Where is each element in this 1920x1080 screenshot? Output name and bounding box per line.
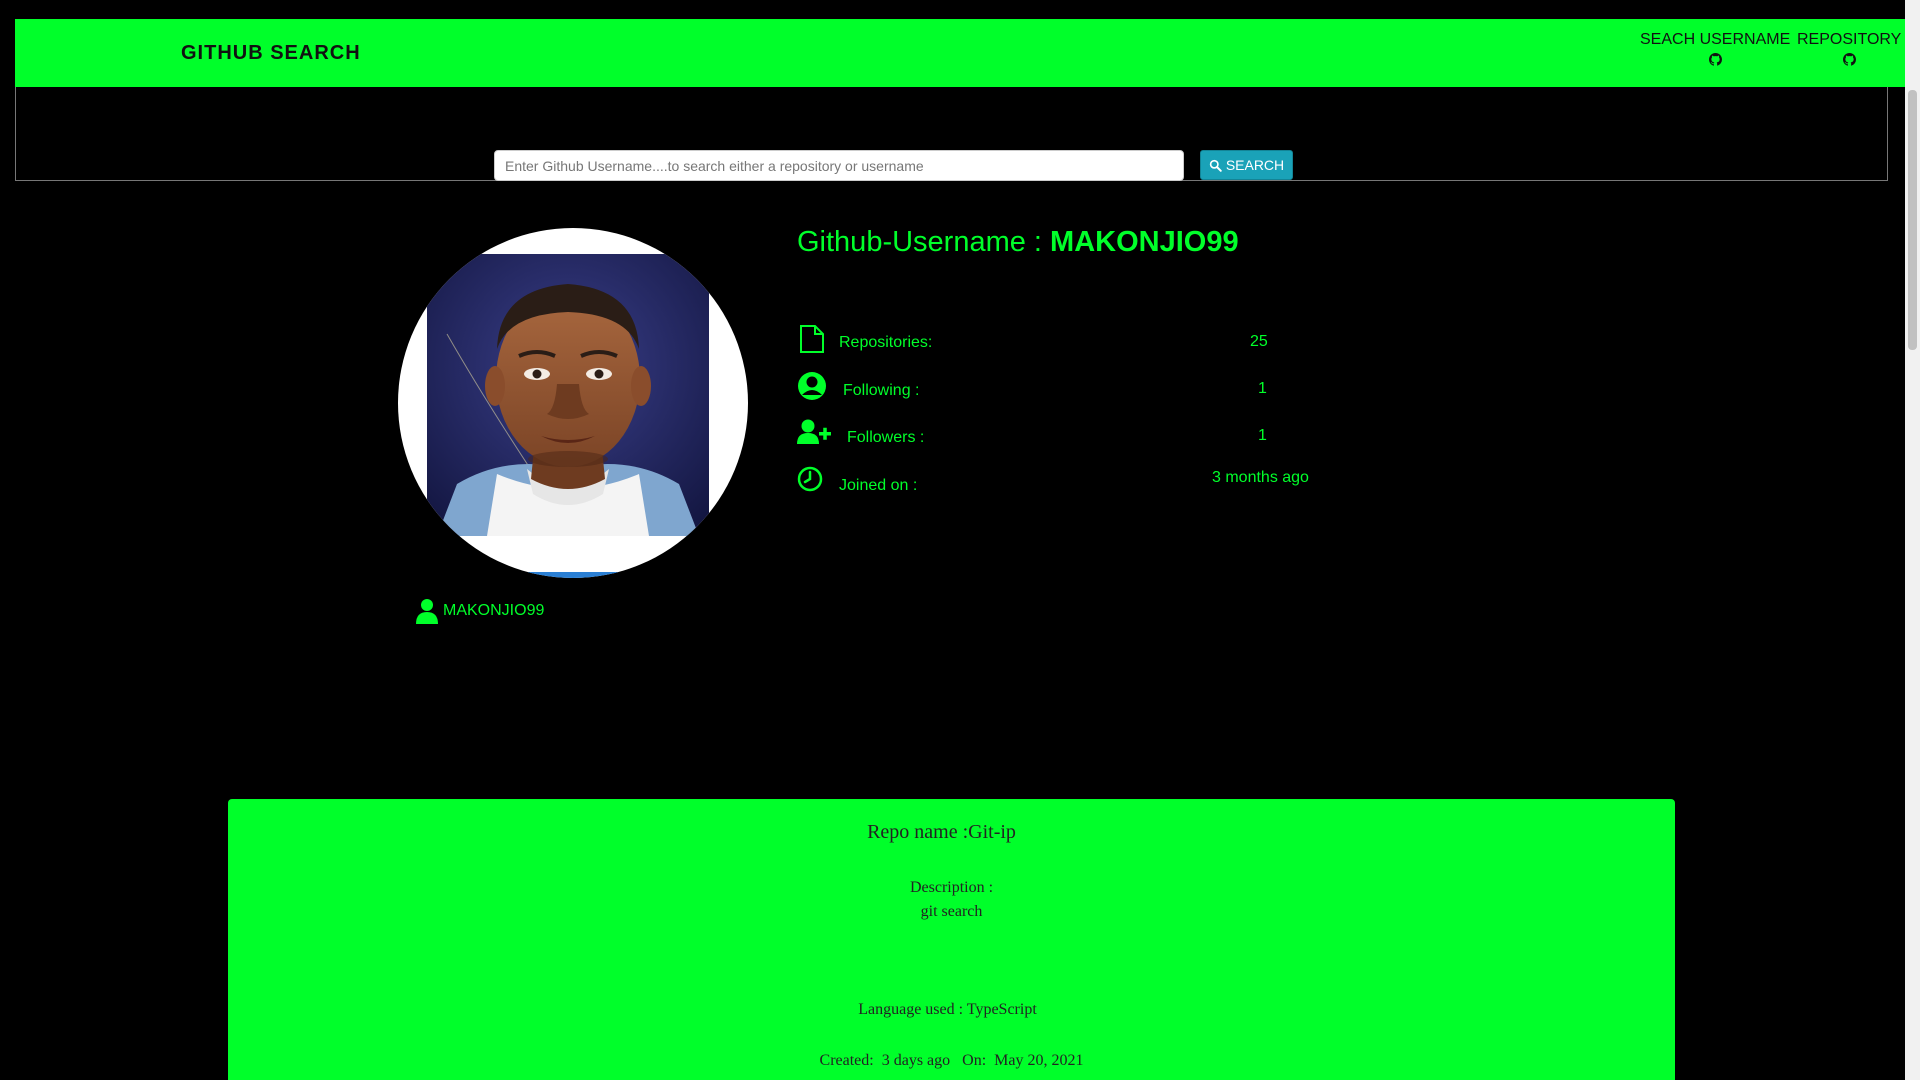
stat-followers-label: Followers : (847, 429, 925, 446)
user-plus-icon (797, 419, 831, 444)
scrollbar[interactable] (1905, 0, 1920, 1080)
search-input[interactable] (494, 150, 1184, 181)
user-circle-icon (798, 372, 826, 400)
github-icon (1842, 53, 1856, 66)
stat-joined-value: 3 months ago (1212, 469, 1309, 486)
stat-followers-value: 1 (1258, 427, 1267, 444)
clock-icon (797, 466, 823, 492)
search-icon (1209, 159, 1222, 172)
profile-display-name: MAKONJIO99 (443, 602, 545, 619)
page-title: Github-Username : MAKONJIO99 (797, 226, 1239, 259)
stat-following-value: 1 (1258, 380, 1267, 397)
page-title-username: MAKONJIO99 (1050, 226, 1239, 258)
nav-search-username-label: SEACH USERNAME (1640, 31, 1791, 48)
scrollbar-thumb[interactable] (1908, 90, 1917, 350)
repo-card: Repo name :Git-ip Description : git sear… (228, 799, 1675, 1080)
nav-repository-label: REPOSITORY (1797, 31, 1902, 48)
search-area: SEARCH (15, 87, 1888, 181)
page: GITHUB SEARCH SEACH USERNAME REPOSITORY … (0, 0, 1920, 1080)
stat-repositories-value: 25 (1250, 333, 1268, 350)
stat-joined-label: Joined on : (839, 477, 918, 494)
avatar-frame (398, 228, 748, 578)
user-icon (416, 599, 438, 624)
github-icon (1708, 53, 1722, 66)
search-button-label: SEARCH (1225, 157, 1285, 173)
repo-description-label: Description : (909, 879, 994, 896)
nav-search-username[interactable]: SEACH USERNAME (1640, 31, 1790, 71)
repo-language: Language used : TypeScript (858, 1001, 1037, 1018)
stat-following-label: Following : (843, 382, 920, 399)
avatar (427, 254, 709, 536)
navbar: GITHUB SEARCH SEACH USERNAME REPOSITORY (15, 19, 1905, 87)
repo-title[interactable]: Repo name :Git-ip (218, 821, 1665, 844)
nav-repository[interactable]: REPOSITORY (1797, 31, 1901, 71)
repo-description: git search (920, 903, 983, 920)
page-title-prefix: Github-Username : (797, 226, 1051, 258)
search-button[interactable]: SEARCH (1200, 150, 1293, 180)
brand-link[interactable]: GITHUB SEARCH (181, 42, 361, 65)
file-icon (800, 325, 824, 353)
profile-name: MAKONJIO99 (416, 598, 544, 624)
repo-created: Created: 3 days ago On: May 20, 2021 (819, 1052, 1084, 1069)
stat-repositories-label: Repositories: (839, 334, 933, 351)
